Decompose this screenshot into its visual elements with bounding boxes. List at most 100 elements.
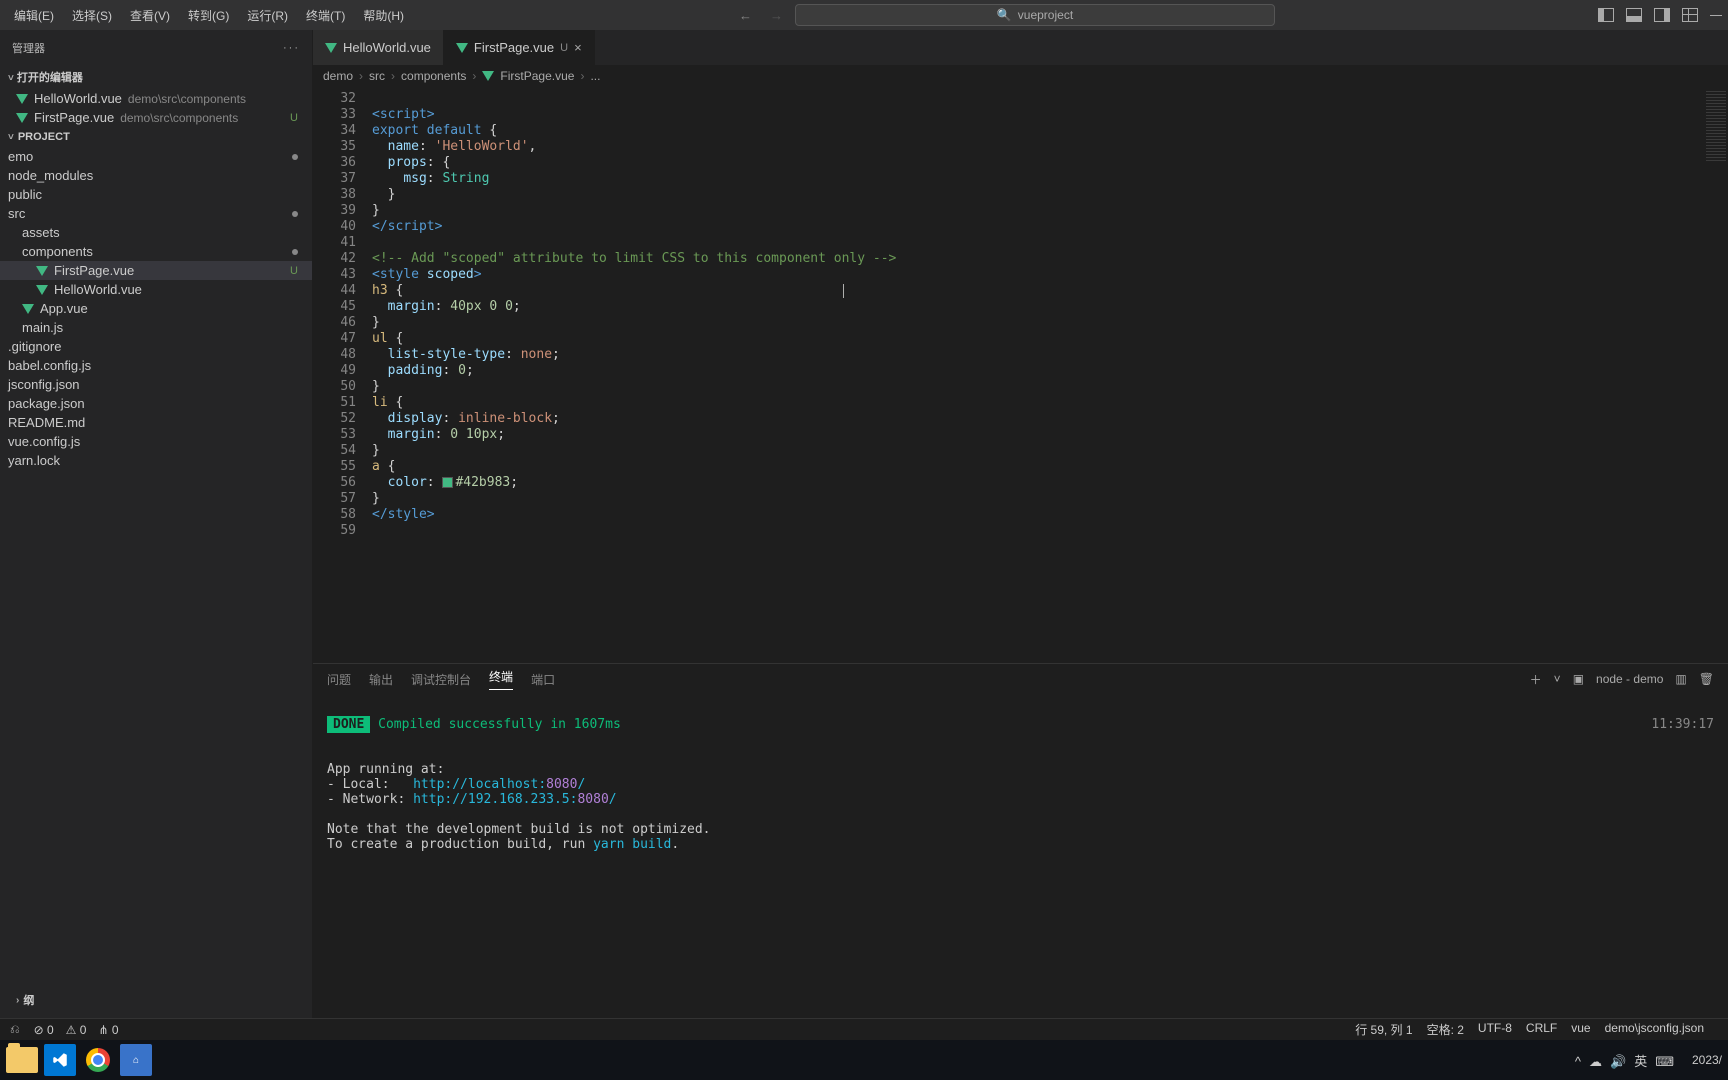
panel-tab[interactable]: 问题 (327, 671, 351, 688)
tree-row[interactable]: node_modules (0, 166, 312, 185)
status-item[interactable]: 空格: 2 (1427, 1021, 1464, 1038)
breadcrumb-sep: › (580, 69, 584, 83)
terminal-name[interactable]: node - demo (1596, 672, 1663, 686)
local-url[interactable]: http://localhost:8080/ (413, 777, 585, 792)
line-gutter: 3233343536373839404142434445464748495051… (313, 87, 368, 663)
search-icon: 🔍 (997, 8, 1012, 22)
tree-row[interactable]: README.md (0, 413, 312, 432)
taskbar-app-icon[interactable]: ⌂ (120, 1044, 152, 1076)
status-item[interactable]: ⚠ 0 (66, 1023, 87, 1037)
window-minimize-icon[interactable] (1710, 15, 1722, 16)
project-section[interactable]: ˅ PROJECT (0, 127, 312, 147)
menu-item[interactable]: 运行(R) (239, 3, 296, 28)
breadcrumb-sep: › (359, 69, 363, 83)
tree-row[interactable]: HelloWorld.vue (0, 280, 312, 299)
toggle-secondary-icon[interactable] (1654, 8, 1670, 22)
tree-row[interactable]: babel.config.js (0, 356, 312, 375)
tree-row[interactable]: src (0, 204, 312, 223)
tray-icon[interactable]: 🔊 (1610, 1054, 1626, 1069)
status-item[interactable]: ⋔ 0 (98, 1023, 118, 1037)
open-editor-row[interactable]: FirstPage.vue demo\src\components U (0, 108, 312, 127)
tree-row[interactable]: components (0, 242, 312, 261)
remote-icon[interactable]: ⎌ (10, 1022, 20, 1037)
tree-row[interactable]: public (0, 185, 312, 204)
toggle-panel-icon[interactable] (1626, 8, 1642, 22)
tray-icon[interactable]: 英 (1634, 1054, 1647, 1069)
nav-forward-icon[interactable]: → (766, 6, 787, 25)
file-path: demo\src\components (120, 111, 238, 125)
tree-row[interactable]: App.vue (0, 299, 312, 318)
tree-row[interactable]: package.json (0, 394, 312, 413)
menu-item[interactable]: 转到(G) (180, 3, 237, 28)
status-item[interactable]: ⊘ 0 (34, 1023, 54, 1037)
panel-tab[interactable]: 调试控制台 (411, 671, 471, 688)
taskbar-vscode-icon[interactable] (44, 1044, 76, 1076)
breadcrumb-item[interactable]: ... (590, 69, 600, 83)
tree-row[interactable]: emo (0, 147, 312, 166)
split-terminal-icon[interactable]: ▥ (1675, 672, 1686, 686)
tree-row[interactable]: .gitignore (0, 337, 312, 356)
taskbar-explorer-icon[interactable] (6, 1044, 38, 1076)
done-badge: DONE (327, 716, 370, 733)
project-label: PROJECT (18, 131, 70, 143)
toggle-sidebar-icon[interactable] (1598, 8, 1614, 22)
menu-item[interactable]: 终端(T) (298, 3, 353, 28)
open-editors-section[interactable]: ˅ 打开的编辑器 (0, 65, 312, 89)
tray-icon[interactable]: ^ (1575, 1054, 1581, 1069)
tray-icon[interactable]: ⌨ (1655, 1054, 1674, 1069)
editor-tab[interactable]: FirstPage.vue U × (444, 30, 595, 65)
close-icon[interactable]: × (574, 40, 582, 55)
tree-row[interactable]: jsconfig.json (0, 375, 312, 394)
git-badge: U (290, 112, 304, 124)
command-center[interactable]: 🔍 vueproject (795, 4, 1275, 26)
tray-icon[interactable]: ☁ (1589, 1054, 1602, 1069)
panel-tab[interactable]: 输出 (369, 671, 393, 688)
tree-label: assets (22, 225, 60, 240)
minimap[interactable] (1698, 87, 1728, 663)
panel-tab[interactable]: 终端 (489, 668, 513, 690)
panel-tab[interactable]: 端口 (531, 671, 555, 688)
tab-modified: U (560, 42, 568, 54)
explorer-more-icon[interactable]: ··· (283, 42, 300, 54)
breadcrumb-item[interactable]: demo (323, 69, 353, 83)
breadcrumbs[interactable]: demo›src›components›FirstPage.vue›... (313, 65, 1728, 87)
tree-row[interactable]: yarn.lock (0, 451, 312, 470)
menu-item[interactable]: 帮助(H) (355, 3, 412, 28)
terminal-dropdown-icon[interactable]: ˅ (1554, 672, 1561, 686)
tree-row[interactable]: FirstPage.vue U (0, 261, 312, 280)
tree-label: .gitignore (8, 339, 61, 354)
compile-time: 11:39:17 (1651, 717, 1714, 732)
menu-item[interactable]: 查看(V) (122, 3, 178, 28)
open-editor-row[interactable]: HelloWorld.vue demo\src\components (0, 89, 312, 108)
breadcrumb-item[interactable]: components (401, 69, 466, 83)
nav-back-icon[interactable]: ← (735, 6, 756, 25)
status-item[interactable]: demo\jsconfig.json (1605, 1021, 1704, 1038)
status-item[interactable]: 行 59, 列 1 (1355, 1021, 1412, 1038)
tree-label: emo (8, 149, 33, 164)
status-item[interactable]: vue (1571, 1021, 1590, 1038)
menu-item[interactable]: 编辑(E) (6, 3, 62, 28)
tree-row[interactable]: vue.config.js (0, 432, 312, 451)
customize-layout-icon[interactable] (1682, 8, 1698, 22)
taskbar-chrome-icon[interactable] (82, 1044, 114, 1076)
modified-dot-icon (292, 211, 298, 217)
editor-tab[interactable]: HelloWorld.vue (313, 30, 444, 65)
tree-row[interactable]: assets (0, 223, 312, 242)
terminal-content[interactable]: DONE Compiled successfully in 1607ms11:3… (313, 694, 1728, 1018)
code-content[interactable]: <script>export default { name: 'HelloWor… (368, 87, 1698, 663)
new-terminal-icon[interactable]: ＋ (1530, 671, 1542, 688)
kill-terminal-icon[interactable]: 🗑 (1699, 672, 1714, 686)
menu-item[interactable]: 选择(S) (64, 3, 120, 28)
status-item[interactable]: UTF-8 (1478, 1021, 1512, 1038)
status-item[interactable]: CRLF (1526, 1021, 1557, 1038)
outline-label: 纲 (23, 992, 34, 1008)
code-area[interactable]: 3233343536373839404142434445464748495051… (313, 87, 1728, 663)
outline-section[interactable]: › 纲 (8, 988, 304, 1012)
network-url[interactable]: http://192.168.233.5:8080/ (413, 792, 617, 807)
vue-file-icon (16, 94, 28, 104)
breadcrumb-item[interactable]: FirstPage.vue (500, 69, 574, 83)
breadcrumb-item[interactable]: src (369, 69, 385, 83)
tree-row[interactable]: main.js (0, 318, 312, 337)
open-editors-list: HelloWorld.vue demo\src\components First… (0, 89, 312, 127)
taskbar-clock[interactable]: 2023/ (1692, 1053, 1722, 1067)
